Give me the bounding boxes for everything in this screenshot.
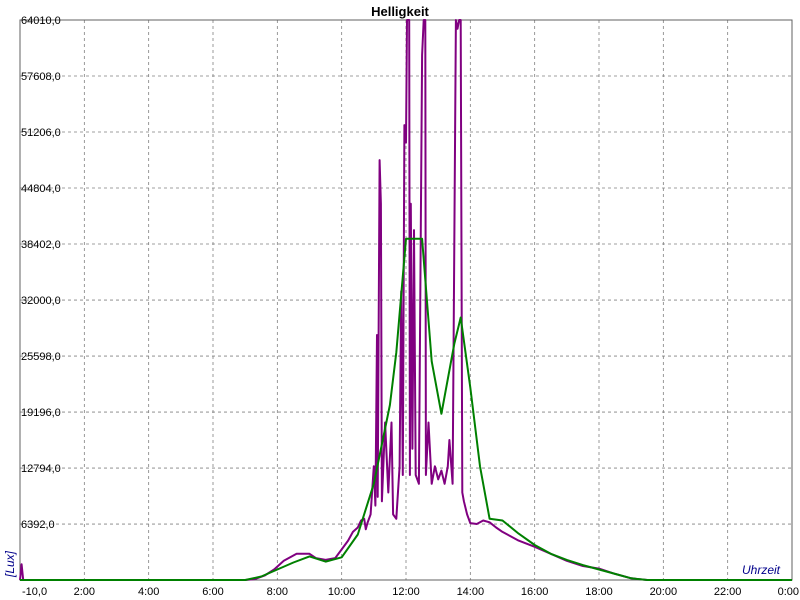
y-tick-label: 19196,0 xyxy=(21,407,61,419)
y-tick-label: 6392,0 xyxy=(21,519,55,531)
x-tick-label: 16:00 xyxy=(521,586,549,598)
x-tick-label: 8:00 xyxy=(267,586,288,598)
y-tick-label: 38402,0 xyxy=(21,239,61,251)
y-tick-label: 44804,0 xyxy=(21,183,61,195)
brightness-chart: Helligkeit 6392,0 12794,0 19196,0 25598,0 32… xyxy=(3,4,799,598)
x-axis-label: Uhrzeit xyxy=(742,563,781,577)
x-tick-label: 2:00 xyxy=(74,586,95,598)
x-tick-label: 0:00 xyxy=(778,586,799,598)
y-tick-label: 25598,0 xyxy=(21,351,61,363)
y-tick-label: 64010,0 xyxy=(21,15,61,27)
x-tick-label: 14:00 xyxy=(457,586,485,598)
y-tick-label: 51206,0 xyxy=(21,127,61,139)
series-line-green xyxy=(20,237,792,581)
y-tick-label: 32000,0 xyxy=(21,295,61,307)
x-tick-labels: -10,0 2:00 4:00 6:00 8:00 10:00 12:00 14:00 16:0… xyxy=(22,586,799,598)
x-tick-label: 18:00 xyxy=(585,586,613,598)
x-tick-label: 12:00 xyxy=(392,586,420,598)
x-tick-label: 10:00 xyxy=(328,586,356,598)
y-tick-labels: 6392,0 12794,0 19196,0 25598,0 32000,0 38402,… xyxy=(21,15,61,531)
x-tick-label: -10,0 xyxy=(22,586,47,598)
chart-title: Helligkeit xyxy=(371,4,429,19)
y-tick-label: 57608,0 xyxy=(21,71,61,83)
x-tick-label: 4:00 xyxy=(138,586,159,598)
x-tick-label: 22:00 xyxy=(714,586,742,598)
y-tick-label: 12794,0 xyxy=(21,463,61,475)
y-axis-label: [Lux] xyxy=(3,550,17,578)
x-tick-label: 6:00 xyxy=(202,586,223,598)
x-tick-label: 20:00 xyxy=(650,586,678,598)
